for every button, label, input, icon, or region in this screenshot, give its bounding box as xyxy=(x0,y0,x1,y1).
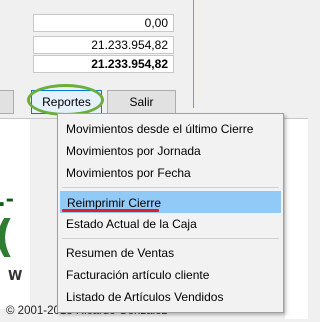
menu-item-movimientos-desde-ultimo-cierre[interactable]: Movimientos desde el último Cierre xyxy=(60,118,281,140)
total-field-2: 21.233.954,82 xyxy=(33,36,174,54)
menu-separator xyxy=(62,187,279,188)
total-field-3: 21.233.954,82 xyxy=(33,55,174,73)
reportes-menu: Movimientos desde el último Cierre Movim… xyxy=(57,113,284,313)
menu-item-listado-articulos-vendidos[interactable]: Listado de Artículos Vendidos xyxy=(60,286,281,308)
partial-left-button[interactable] xyxy=(0,90,14,114)
logo: .- ( W xyxy=(0,119,30,309)
panel-divider xyxy=(193,0,194,108)
annotation-underline xyxy=(62,209,159,212)
menu-separator xyxy=(62,238,279,239)
logo-fragment-url: W xyxy=(8,269,23,284)
logo-fragment-main: ( xyxy=(0,211,14,262)
annotation-circle xyxy=(27,84,104,116)
total-field-1: 0,00 xyxy=(33,14,174,32)
right-panel xyxy=(285,119,308,319)
menu-item-estado-actual-caja[interactable]: Estado Actual de la Caja xyxy=(60,213,281,235)
menu-item-facturacion-articulo-cliente[interactable]: Facturación artículo cliente xyxy=(60,264,281,286)
menu-item-movimientos-por-fecha[interactable]: Movimientos por Fecha xyxy=(60,162,281,184)
salir-button[interactable]: Salir xyxy=(107,90,176,114)
menu-item-resumen-ventas[interactable]: Resumen de Ventas xyxy=(60,242,281,264)
menu-item-movimientos-por-jornada[interactable]: Movimientos por Jornada xyxy=(60,140,281,162)
logo-fragment-top: .- xyxy=(0,187,14,211)
